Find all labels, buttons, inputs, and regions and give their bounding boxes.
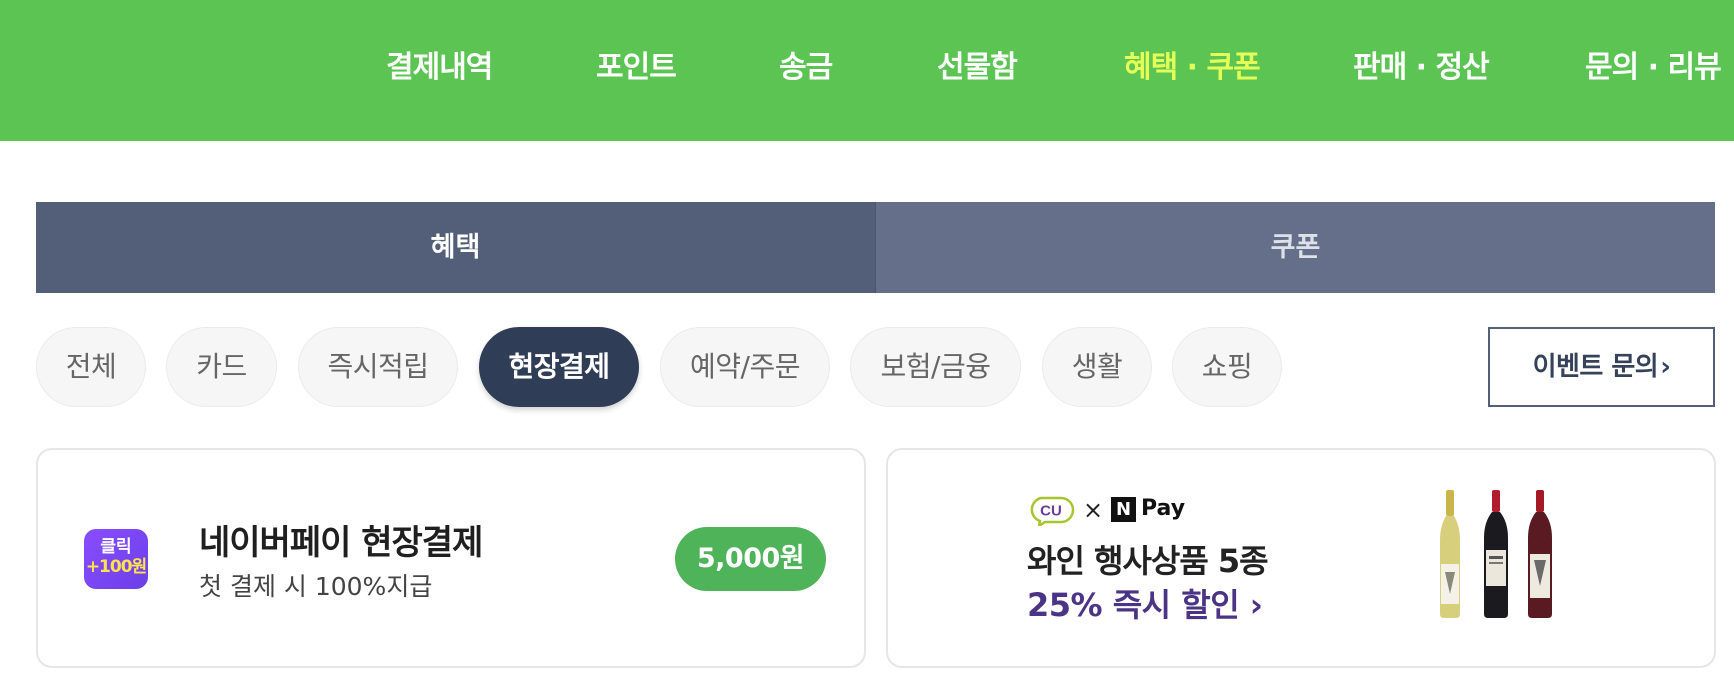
nav-item-inquiry-review[interactable]: 문의 · 리뷰 — [1585, 46, 1722, 90]
filter-chip-living[interactable]: 생활 — [1042, 327, 1152, 407]
ad-banner-cu-wine[interactable]: CU × N Pay 와인 행사상품 5종 25% 즉시 할인 › — [886, 448, 1716, 668]
ad-discount-link[interactable]: 25% 즉시 할인 › — [1027, 580, 1263, 626]
npay-n-icon: N — [1111, 497, 1136, 522]
benefit-amount-button[interactable]: 5,000원 — [675, 527, 826, 591]
nav-item-points[interactable]: 포인트 — [596, 46, 677, 90]
cu-logo-text: CU — [1040, 503, 1062, 520]
filter-chip-card[interactable]: 카드 — [166, 327, 277, 407]
click-reward-badge: 클릭 +100원 — [84, 529, 148, 589]
tab-benefits[interactable]: 혜택 — [36, 202, 875, 293]
filter-chip-shopping[interactable]: 쇼핑 — [1172, 327, 1282, 407]
nav-item-transfer[interactable]: 송금 — [779, 46, 833, 90]
benefit-subtitle: 첫 결제 시 100%지급 — [199, 572, 433, 601]
benefit-card-onsite-payment[interactable]: 클릭 +100원 네이버페이 현장결제 첫 결제 시 100%지급 5,000원 — [36, 448, 866, 668]
filter-chip-insurance-finance[interactable]: 보험/금융 — [850, 327, 1021, 407]
nav-item-benefits-coupons[interactable]: 혜택 · 쿠폰 — [1124, 46, 1261, 90]
cu-logo: CU — [1030, 496, 1075, 526]
benefit-coupon-tabs: 혜택 쿠폰 — [36, 202, 1715, 293]
benefit-title: 네이버페이 현장결제 — [199, 523, 483, 563]
filter-chip-instant-reward[interactable]: 즉시적립 — [298, 327, 458, 407]
filter-chip-all[interactable]: 전체 — [36, 327, 146, 407]
nav-item-payment-history[interactable]: 결제내역 — [386, 46, 493, 90]
event-inquiry-label: 이벤트 문의 — [1532, 352, 1659, 382]
top-navigation-bar: 결제내역 포인트 송금 선물함 혜택 · 쿠폰 판매 · 정산 문의 · 리뷰 — [0, 0, 1734, 141]
event-inquiry-button[interactable]: 이벤트 문의› — [1488, 327, 1715, 407]
chevron-right-icon: › — [1660, 352, 1671, 382]
collab-x-icon: × — [1083, 496, 1104, 524]
tab-coupons[interactable]: 쿠폰 — [875, 202, 1715, 293]
ad-title: 와인 행사상품 5종 — [1027, 542, 1269, 580]
badge-line-reward: +100원 — [85, 557, 147, 577]
filter-chip-onsite-payment[interactable]: 현장결제 — [479, 327, 639, 407]
badge-line-click: 클릭 — [100, 537, 132, 557]
nav-item-gift-box[interactable]: 선물함 — [937, 46, 1018, 90]
npay-pay-text: Pay — [1141, 496, 1186, 521]
nav-item-sales-settlement[interactable]: 판매 · 정산 — [1353, 46, 1490, 90]
wine-bottles-image — [1440, 490, 1552, 618]
filter-chip-reservation-order[interactable]: 예약/주문 — [660, 327, 830, 407]
